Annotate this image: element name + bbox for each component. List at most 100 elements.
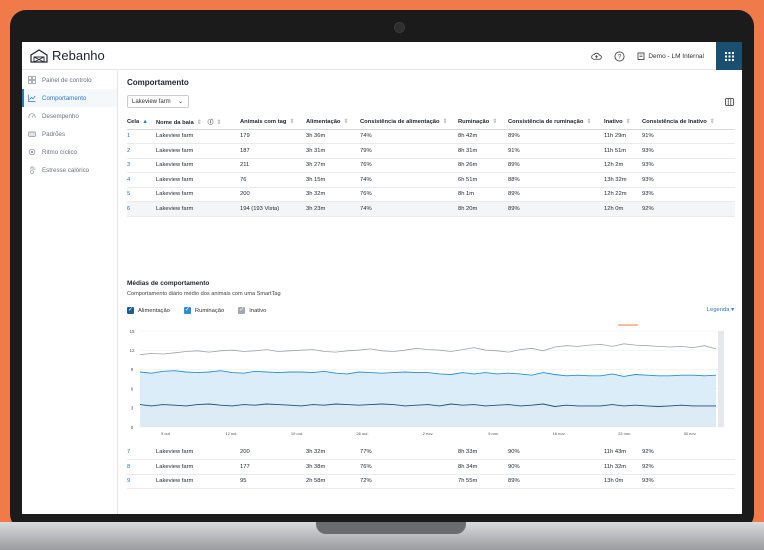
table-cell: 3h 15m — [306, 172, 360, 188]
cell-link[interactable]: 7 — [127, 445, 156, 460]
col-header-inativo[interactable]: Inativo ⇕ — [604, 115, 642, 130]
dashboard-icon — [28, 76, 36, 84]
toggle-ruminacao[interactable]: ✓ Ruminação — [183, 307, 224, 314]
table-cell: 3h 36m — [306, 129, 360, 144]
col-header-ruminacao[interactable]: Ruminação ⇕ — [458, 115, 508, 130]
table-cell: 90% — [508, 445, 604, 460]
table-row[interactable]: 3 Lakeview farm 211 3h 27m 76% 8h 26m 89% 12h 2… — [127, 158, 735, 173]
table-row[interactable]: 7 Lakeview farm 200 3h 32m 77% 8h 33m 90% 11h 4… — [127, 445, 735, 460]
table-cell: 200 — [240, 445, 306, 460]
sidebar: Painel de controlo Comportamento Desempe… — [22, 71, 118, 514]
thermometer-icon — [30, 166, 36, 174]
table-cell: 200 — [240, 187, 306, 202]
table-cell: 89% — [508, 201, 604, 217]
info-icon[interactable]: ⓘ — [208, 120, 214, 126]
sidebar-item-desempenho[interactable]: Desempenho — [22, 107, 117, 125]
table-row[interactable]: 2 Lakeview farm 187 3h 31m 79% 8h 31m 91% 11h 5… — [127, 143, 735, 159]
table-cell: 74% — [360, 201, 458, 217]
table-cell: Lakeview farm — [156, 172, 240, 188]
cell-link[interactable]: 1 — [127, 129, 156, 144]
sidebar-item-estresse[interactable]: Estresse calórico — [22, 161, 117, 179]
table-row[interactable]: 9 Lakeview farm 95 2h 58m 72% 7h 55m 89% 13h 0m… — [127, 474, 735, 489]
table-cell: 3h 38m — [306, 459, 360, 475]
table-cell: 90% — [508, 459, 604, 475]
table-cell: 11h 51m — [604, 143, 642, 159]
table-cell: 194 (193 Vista) — [240, 201, 306, 217]
sidebar-item-padroes[interactable]: Padrões — [22, 125, 117, 143]
x-tick-label: 5 out. — [161, 431, 171, 436]
table-cell: 8h 26m — [458, 158, 508, 173]
table-cell: 8h 31m — [458, 143, 508, 159]
cell-link[interactable]: 6 — [127, 201, 156, 217]
cell-link[interactable]: 9 — [127, 474, 156, 489]
account-switcher[interactable]: Demo - LM Internal — [637, 52, 704, 60]
series-toggles: ✓ Alimentação ✓ Ruminação ✓ Inativo — [127, 307, 280, 314]
table-row[interactable]: 8 Lakeview farm 177 3h 38m 76% 8h 34m 90% 11h 3… — [127, 459, 735, 475]
table-row[interactable]: 5 Lakeview farm 200 3h 32m 76% 8h 1m 89% 12h 22… — [127, 187, 735, 202]
table-cell: 89% — [508, 158, 604, 173]
farm-select-value: Lakeview farm — [132, 98, 171, 105]
table-row[interactable]: 6 Lakeview farm 194 (193 Vista) 3h 23m 74% 8h… — [127, 201, 735, 217]
x-tick-label: 19 out. — [291, 431, 303, 436]
col-header-alimentacao[interactable]: Alimentação ⇕ — [306, 115, 360, 130]
toggle-inativo[interactable]: ✓ Inativo — [238, 307, 266, 314]
app-name: Rebanho — [52, 48, 105, 63]
checkbox-checked-icon: ✓ — [127, 307, 134, 314]
table-row[interactable]: 1 Lakeview farm 179 3h 36m 74% 8h 42m 89% 11h 2… — [127, 129, 735, 144]
x-tick-label: 26 out. — [356, 431, 368, 436]
cell-link[interactable]: 5 — [127, 187, 156, 202]
y-tick-label: 12 — [129, 348, 135, 353]
table-cell: 187 — [240, 143, 306, 159]
table-cell: 93% — [642, 474, 735, 489]
inativo-line — [139, 343, 717, 356]
behavior-table-continued: 7 Lakeview farm 200 3h 32m 77% 8h 33m 90% 11h 4… — [127, 445, 735, 489]
col-header-cela[interactable]: Cela ▲ — [127, 115, 156, 130]
x-tick-label: 16 nov. — [553, 431, 566, 436]
table-row[interactable]: 4 Lakeview farm 76 3h 15m 74% 6h 51m 88% 13h 32… — [127, 172, 735, 188]
toggle-alimentacao[interactable]: ✓ Alimentação — [127, 307, 170, 314]
table-cell: 12h 2m — [604, 158, 642, 173]
col-header-consist-alimentacao[interactable]: Consistência de alimentação ⇕ — [360, 115, 458, 130]
cell-link[interactable]: 2 — [127, 143, 156, 159]
legend-toggle[interactable]: Legenda ▾ — [707, 307, 734, 313]
account-name: Demo - LM Internal — [648, 52, 704, 60]
cloud-sync-icon[interactable] — [591, 51, 603, 62]
building-icon — [637, 52, 645, 60]
cell-link[interactable]: 8 — [127, 459, 156, 475]
behavior-chart[interactable]: 15 12 9 6 3 0 5 out. 12 out. 19 out. 26 out. 2 nov… — [118, 321, 742, 451]
help-icon[interactable]: ? — [614, 51, 625, 62]
table-cell: Lakeview farm — [156, 474, 240, 489]
app-window: Rebanho ? Demo - LM Internal Painel de c… — [22, 42, 742, 514]
table-cell: 3h 32m — [306, 187, 360, 202]
top-bar: Rebanho ? Demo - LM Internal — [22, 42, 742, 70]
col-header-nome[interactable]: Nome da baia ⇕ ⓘ ⇕ — [156, 115, 240, 130]
farm-select[interactable]: Lakeview farm ⌄ — [127, 95, 189, 108]
table-cell: 76 — [240, 172, 306, 188]
col-header-consist-ruminacao[interactable]: Consistência de ruminação ⇕ — [508, 115, 604, 130]
table-cell: 93% — [642, 172, 735, 188]
table-cell: Lakeview farm — [156, 143, 240, 159]
col-header-animais[interactable]: Animais com tag ⇕ — [240, 115, 306, 130]
sort-icon: ⇕ — [289, 118, 295, 125]
table-cell: 92% — [642, 201, 735, 217]
chart-subtitle: Comportamento diário médio dos animais c… — [127, 291, 281, 297]
behavior-table: Cela ▲ Nome da baia ⇕ ⓘ ⇕ Animais com tag ⇕ A… — [127, 115, 735, 217]
current-period-shade — [718, 331, 724, 427]
cell-link[interactable]: 3 — [127, 158, 156, 173]
table-cell: 8h 20m — [458, 201, 508, 217]
sidebar-item-ritmo[interactable]: Ritmo cíclico — [22, 143, 117, 161]
grid-icon — [724, 51, 734, 61]
col-header-consist-inativo[interactable]: Consistência de Inativo ⇕ — [642, 115, 735, 130]
table-cell: 12h 0m — [604, 201, 642, 217]
table-cell: 93% — [642, 143, 735, 159]
sidebar-item-label: Desempenho — [42, 112, 79, 120]
apps-button[interactable] — [716, 42, 742, 70]
cell-link[interactable]: 4 — [127, 172, 156, 188]
sidebar-item-comportamento[interactable]: Comportamento — [22, 89, 117, 107]
table-cell: 93% — [642, 187, 735, 202]
sidebar-item-painel[interactable]: Painel de controlo — [22, 71, 117, 89]
barn-icon — [30, 48, 48, 63]
columns-icon[interactable] — [725, 98, 734, 106]
caret-down-icon: ▾ — [731, 307, 734, 313]
app-logo[interactable]: Rebanho — [30, 48, 105, 63]
